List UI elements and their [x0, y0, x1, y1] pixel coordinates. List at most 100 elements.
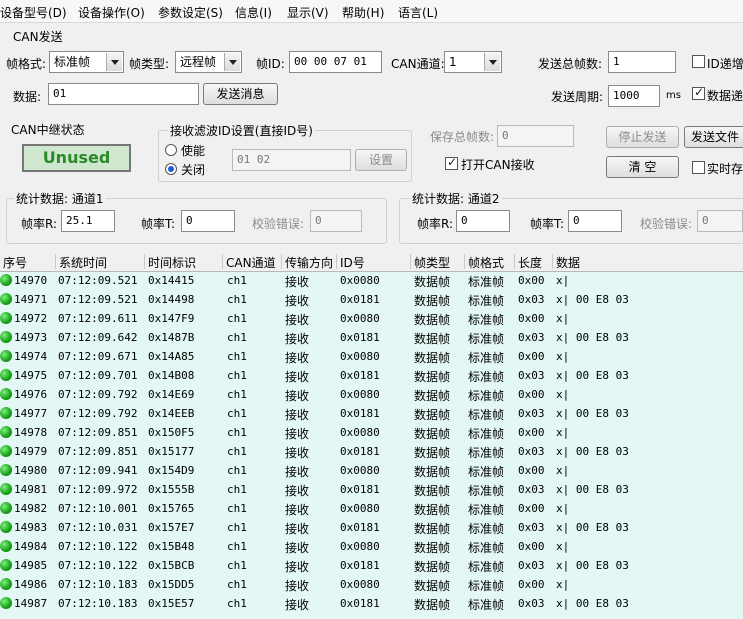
- table-row[interactable]: 14975 07:12:09.701 0x14B08 ch1 接收 0x0181 数据帧 标准…: [0, 366, 743, 385]
- col-direction[interactable]: 传输方向: [281, 254, 333, 270]
- cell-seq: 14980: [14, 464, 48, 477]
- table-row[interactable]: 14986 07:12:10.183 0x15DD5 ch1 接收 0x0080 数据帧 标准…: [0, 575, 743, 594]
- filter-disable-radio[interactable]: [165, 163, 177, 175]
- cell-frame-type: 数据帧: [414, 446, 451, 460]
- cell-seq: 14971: [14, 293, 48, 306]
- cell-frame-type: 数据帧: [414, 560, 451, 574]
- can-channel-select[interactable]: 1: [444, 51, 502, 73]
- col-id[interactable]: ID号: [336, 254, 365, 270]
- status-dot-icon: [0, 369, 12, 381]
- realtime-save-checkbox[interactable]: [692, 161, 705, 174]
- cell-timestamp: 0x1555B: [148, 483, 195, 496]
- table-row[interactable]: 14976 07:12:09.792 0x14E69 ch1 接收 0x0080 数据帧 标准…: [0, 385, 743, 404]
- cell-frame-format: 标准帧: [468, 332, 505, 346]
- cell-id: 0x0080: [340, 312, 380, 325]
- message-table[interactable]: 序号 系统时间 时间标识 CAN通道 传输方向 ID号 帧类型 帧格式 长度 数…: [0, 252, 743, 619]
- save-total-input[interactable]: 0: [497, 125, 574, 147]
- table-row[interactable]: 14973 07:12:09.642 0x1487B ch1 接收 0x0181 数据帧 标准…: [0, 328, 743, 347]
- menu-device-operation[interactable]: 设备操作(O): [78, 4, 145, 21]
- table-row[interactable]: 14971 07:12:09.521 0x14498 ch1 接收 0x0181 数据帧 标准…: [0, 290, 743, 309]
- col-length[interactable]: 长度: [514, 254, 542, 270]
- cell-id: 0x0080: [340, 274, 380, 287]
- menu-language[interactable]: 语言(L): [398, 4, 438, 21]
- total-frames-input[interactable]: 1: [608, 51, 676, 73]
- table-row[interactable]: 14978 07:12:09.851 0x150F5 ch1 接收 0x0080 数据帧 标准…: [0, 423, 743, 442]
- table-row[interactable]: 14977 07:12:09.792 0x14EEB ch1 接收 0x0181 数据帧 标准…: [0, 404, 743, 423]
- cell-can-channel: ch1: [227, 559, 247, 572]
- cell-timestamp: 0x15E57: [148, 597, 195, 610]
- data-increment-label: 数据递: [707, 89, 743, 103]
- table-row[interactable]: 14984 07:12:10.122 0x15B48 ch1 接收 0x0080 数据帧 标准…: [0, 537, 743, 556]
- send-message-button[interactable]: 发送消息: [203, 83, 278, 105]
- frame-type-select[interactable]: 远程帧: [175, 51, 242, 73]
- cell-id: 0x0181: [340, 559, 380, 572]
- cell-frame-type: 数据帧: [414, 522, 451, 536]
- table-row[interactable]: 14982 07:12:10.001 0x15765 ch1 接收 0x0080 数据帧 标准…: [0, 499, 743, 518]
- cell-length: 0x03: [518, 407, 545, 420]
- cell-system-time: 07:12:10.183: [58, 597, 138, 610]
- send-period-input[interactable]: 1000: [608, 85, 660, 107]
- table-row[interactable]: 14980 07:12:09.941 0x154D9 ch1 接收 0x0080 数据帧 标准…: [0, 461, 743, 480]
- can-channel-value: 1: [449, 55, 457, 69]
- data-increment-checkbox[interactable]: [692, 85, 705, 100]
- col-can-channel[interactable]: CAN通道: [222, 254, 276, 270]
- chevron-down-icon[interactable]: [106, 53, 122, 71]
- menu-device-model[interactable]: 设备型号(D): [0, 4, 67, 21]
- table-row[interactable]: 14987 07:12:10.183 0x15E57 ch1 接收 0x0181 数据帧 标准…: [0, 594, 743, 613]
- col-seq[interactable]: 序号: [0, 254, 27, 270]
- cell-system-time: 07:12:09.941: [58, 464, 138, 477]
- cell-id: 0x0181: [340, 521, 380, 534]
- filter-set-button[interactable]: 设置: [355, 149, 407, 171]
- menu-info[interactable]: 信息(I): [235, 4, 272, 21]
- frame-format-select[interactable]: 标准帧: [49, 51, 124, 73]
- status-dot-icon: [0, 559, 12, 571]
- cell-system-time: 07:12:09.671: [58, 350, 138, 363]
- menu-display[interactable]: 显示(V): [287, 4, 329, 21]
- menu-parameter-settings[interactable]: 参数设定(S): [158, 4, 223, 21]
- save-total-label: 保存总帧数:: [430, 130, 495, 144]
- cell-data: x|: [556, 274, 570, 287]
- col-data[interactable]: 数据: [552, 254, 580, 270]
- ch2-rate-r-value: 0: [456, 210, 510, 232]
- data-input[interactable]: 01: [48, 83, 199, 105]
- open-can-receive-checkbox[interactable]: [445, 155, 458, 170]
- cell-seq: 14977: [14, 407, 48, 420]
- clear-button[interactable]: 清 空: [606, 156, 679, 178]
- ch2-rate-r-label: 帧率R:: [417, 217, 454, 231]
- chevron-down-icon[interactable]: [484, 53, 500, 71]
- table-row[interactable]: 14970 07:12:09.521 0x14415 ch1 接收 0x0080 数据帧 标准…: [0, 271, 743, 290]
- status-dot-icon: [0, 388, 12, 400]
- col-frame-format[interactable]: 帧格式: [464, 254, 504, 270]
- table-row[interactable]: 14979 07:12:09.851 0x15177 ch1 接收 0x0181 数据帧 标准…: [0, 442, 743, 461]
- cell-id: 0x0080: [340, 426, 380, 439]
- cell-id: 0x0181: [340, 483, 380, 496]
- send-file-button[interactable]: 发送文件: [684, 126, 743, 148]
- cell-can-channel: ch1: [227, 426, 247, 439]
- cell-frame-type: 数据帧: [414, 408, 451, 422]
- table-row[interactable]: 14985 07:12:10.122 0x15BCB ch1 接收 0x0181 数据帧 标准…: [0, 556, 743, 575]
- cell-direction: 接收: [285, 446, 310, 460]
- col-system-time[interactable]: 系统时间: [55, 254, 107, 270]
- cell-data: x|: [556, 350, 570, 363]
- filter-id-input[interactable]: 01 02: [232, 149, 351, 171]
- ch2-rate-t-value: 0: [568, 210, 622, 232]
- table-row[interactable]: 14983 07:12:10.031 0x157E7 ch1 接收 0x0181 数据帧 标准…: [0, 518, 743, 537]
- id-increment-checkbox[interactable]: [692, 55, 705, 68]
- cell-seq: 14974: [14, 350, 48, 363]
- cell-can-channel: ch1: [227, 483, 247, 496]
- frame-id-input[interactable]: 00 00 07 01: [289, 51, 382, 73]
- menu-help[interactable]: 帮助(H): [342, 4, 384, 21]
- col-frame-type[interactable]: 帧类型: [410, 254, 450, 270]
- status-dot-icon: [0, 540, 12, 552]
- table-row[interactable]: 14972 07:12:09.611 0x147F9 ch1 接收 0x0080 数据帧 标准…: [0, 309, 743, 328]
- cell-can-channel: ch1: [227, 578, 247, 591]
- table-row[interactable]: 14981 07:12:09.972 0x1555B ch1 接收 0x0181 数据帧 标准…: [0, 480, 743, 499]
- chevron-down-icon[interactable]: [224, 53, 240, 71]
- stop-send-button[interactable]: 停止发送: [606, 126, 679, 148]
- table-row[interactable]: 14974 07:12:09.671 0x14A85 ch1 接收 0x0080 数据帧 标准…: [0, 347, 743, 366]
- cell-seq: 14981: [14, 483, 48, 496]
- filter-enable-radio[interactable]: [165, 144, 177, 156]
- cell-can-channel: ch1: [227, 540, 247, 553]
- cell-length: 0x03: [518, 293, 545, 306]
- col-timestamp[interactable]: 时间标识: [144, 254, 196, 270]
